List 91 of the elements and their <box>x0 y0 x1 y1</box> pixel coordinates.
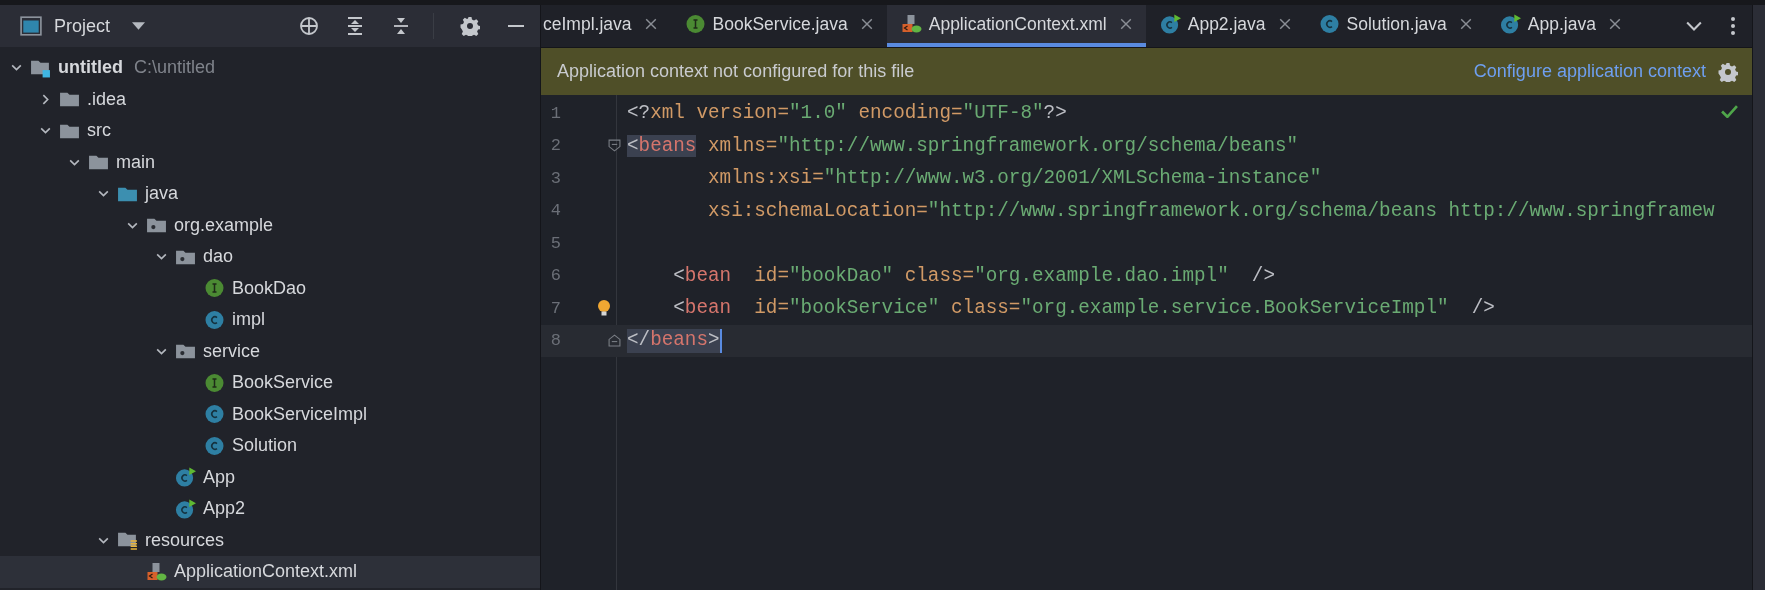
tree-item[interactable]: ApplicationContext.xml <box>0 556 540 588</box>
runnable-class-icon <box>1499 14 1521 34</box>
tree-label: src <box>87 120 111 142</box>
tree-label: App <box>203 466 236 488</box>
line-number: 6 <box>549 266 561 286</box>
class-icon <box>204 309 225 330</box>
tree-label: untitled <box>58 57 123 79</box>
tree-item[interactable]: App <box>0 461 540 493</box>
tree-label: java <box>145 183 179 205</box>
tree-item[interactable]: BookService <box>0 367 540 399</box>
close-icon[interactable] <box>1459 18 1472 30</box>
interface-icon <box>204 278 225 299</box>
tree-path: C:\untitled <box>134 57 216 79</box>
code-line: <beans xmlns="http://www.springframework.org/schema/beans" <box>627 134 1299 157</box>
panel-icon <box>20 16 42 36</box>
class-icon <box>204 404 225 425</box>
line-number: 1 <box>549 103 561 123</box>
tree-item[interactable]: java <box>0 178 540 210</box>
tree-label: ApplicationContext.xml <box>174 561 358 583</box>
tree-item[interactable]: resources <box>0 524 540 556</box>
editor-tab[interactable]: ceImpl.java <box>541 5 671 47</box>
close-icon[interactable] <box>1119 18 1132 30</box>
tree-item[interactable]: dao <box>0 241 540 273</box>
tree-label: App2 <box>203 498 246 520</box>
tree-label: dao <box>203 246 234 268</box>
banner-message: Application context not configured for this file <box>557 61 915 82</box>
tree-item[interactable]: src <box>0 115 540 147</box>
tree-item[interactable]: service <box>0 335 540 367</box>
line-number: 4 <box>549 201 561 221</box>
tree-label: BookServiceImpl <box>232 403 368 425</box>
tree-item[interactable]: BookServiceImpl <box>0 398 540 430</box>
close-icon[interactable] <box>1278 18 1291 30</box>
code-line: xmlns:xsi="http://www.w3.org/2001/XMLSchema-instance" <box>707 167 1322 190</box>
tree-label: service <box>203 340 260 362</box>
line-number: 7 <box>549 298 561 318</box>
tree-label: resources <box>145 529 225 551</box>
tree-label: BookService <box>232 372 334 394</box>
tree-item[interactable]: .idea <box>0 83 540 115</box>
interface-icon <box>684 14 706 34</box>
editor-tab[interactable]: App.java <box>1485 5 1635 47</box>
xml-file-icon <box>146 561 167 582</box>
code-line: <bean id="bookService" class="org.example.service.BookServiceImpl" /> <box>672 297 1495 320</box>
class-icon <box>204 435 225 456</box>
code-line: <?xml version="1.0" encoding="UTF-8"?> <box>627 102 1067 125</box>
line-number: 2 <box>549 136 561 156</box>
checkmark-icon[interactable] <box>1721 105 1738 118</box>
panel-title[interactable]: Project <box>54 15 111 37</box>
tree-item[interactable]: untitled C:\untitled <box>0 52 540 84</box>
tree-label: org.example <box>174 214 274 236</box>
more-icon[interactable] <box>1730 16 1736 36</box>
settings-icon[interactable] <box>1718 61 1738 82</box>
expand-all-icon[interactable] <box>345 16 365 36</box>
lightbulb-icon[interactable] <box>597 298 611 318</box>
tree-item[interactable]: BookDao <box>0 272 540 304</box>
code-line: </beans> <box>627 328 722 353</box>
runnable-class-icon <box>1159 14 1181 34</box>
editor-tab[interactable]: BookService.java <box>670 5 887 47</box>
fold-icon[interactable] <box>608 139 621 153</box>
locate-icon[interactable] <box>299 16 319 36</box>
editor-tab[interactable]: App2.java <box>1145 5 1305 47</box>
tree-item[interactable]: impl <box>0 304 540 336</box>
code-line: <bean id="bookDao" class="org.example.dao.impl" /> <box>672 264 1275 287</box>
runnable-class-icon <box>175 498 196 519</box>
code-line: xsi:schemaLocation="http://www.springframework.org/schema/beans http://www.springframew <box>707 199 1715 222</box>
class-icon <box>1318 14 1340 34</box>
chevron-down-icon[interactable] <box>1686 19 1702 33</box>
settings-icon[interactable] <box>460 16 480 36</box>
close-icon[interactable] <box>860 18 873 30</box>
tree-label: main <box>116 151 155 173</box>
editor-tab[interactable]: ApplicationContext.xml <box>886 5 1146 47</box>
tree-label: .idea <box>87 88 127 110</box>
close-icon[interactable] <box>1608 18 1621 30</box>
line-number: 3 <box>549 168 561 188</box>
tree-label: impl <box>232 309 265 331</box>
runnable-class-icon <box>175 467 196 488</box>
close-icon[interactable] <box>644 18 657 30</box>
collapse-all-icon[interactable] <box>391 16 411 36</box>
line-number: 5 <box>549 233 561 253</box>
tree-label: BookDao <box>232 277 307 299</box>
fold-icon[interactable] <box>608 334 621 348</box>
editor-tab[interactable]: Solution.java <box>1304 5 1486 47</box>
tree-item[interactable]: Solution <box>0 430 540 462</box>
line-number: 8 <box>549 331 561 351</box>
tree-item[interactable]: main <box>0 146 540 178</box>
resources-folder-icon <box>117 530 138 551</box>
dropdown-caret-icon[interactable] <box>132 21 146 31</box>
interface-icon <box>204 372 225 393</box>
tree-item[interactable]: org.example <box>0 209 540 241</box>
tree-label: Solution <box>232 435 298 457</box>
xml-file-icon <box>900 14 922 34</box>
tree-item[interactable]: App2 <box>0 493 540 525</box>
